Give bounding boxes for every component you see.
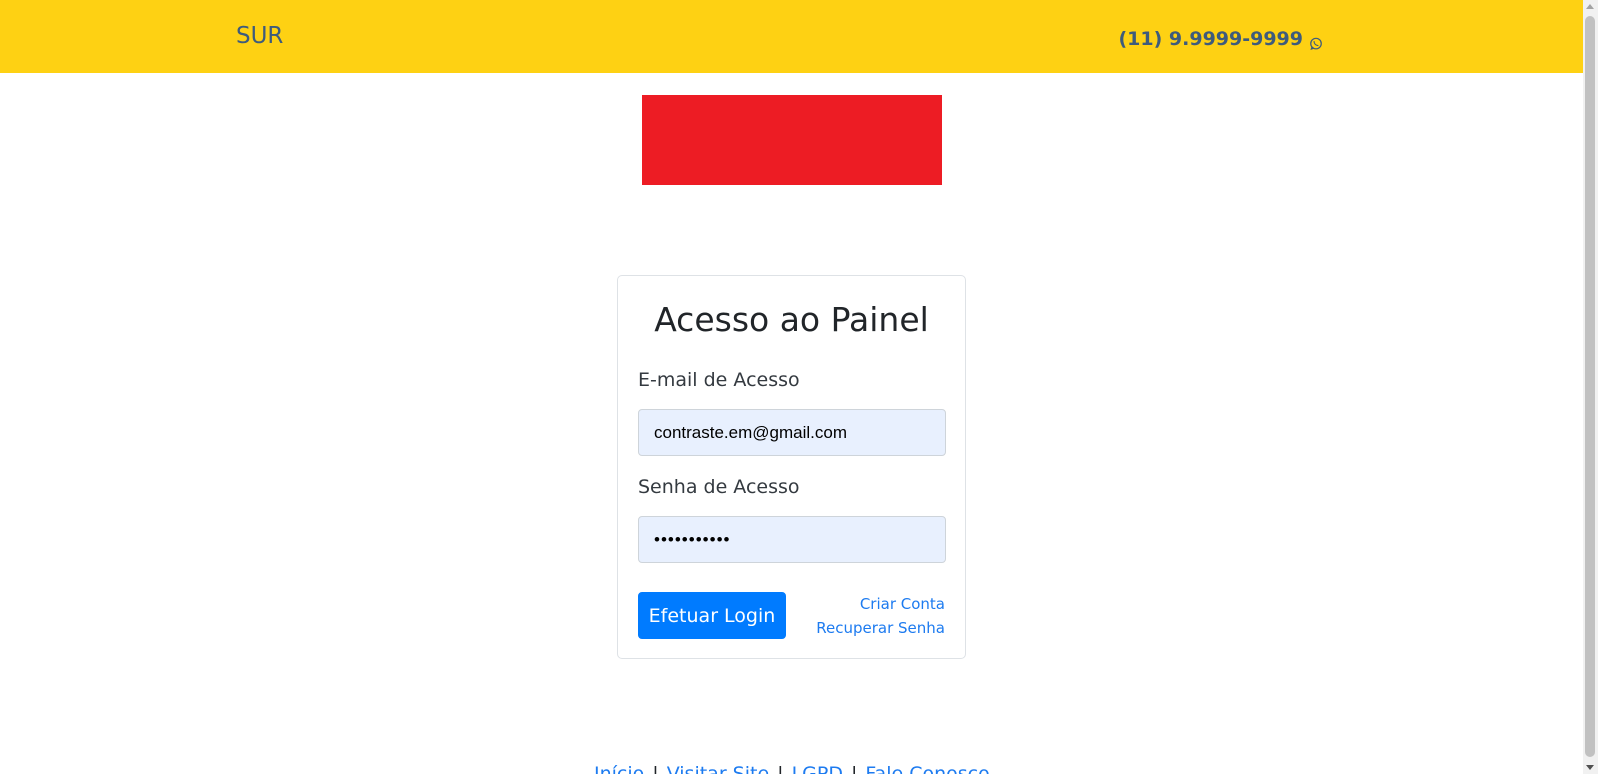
top-bar: SUR (11) 9.9999-9999 xyxy=(0,0,1583,73)
footer-separator: | xyxy=(777,763,784,774)
footer-nav: Início | Visitar Site | LGPD | Fale Conosco xyxy=(594,762,990,774)
login-button[interactable]: Efetuar Login xyxy=(638,592,786,639)
brand-link[interactable]: SUR xyxy=(236,21,283,51)
password-field[interactable] xyxy=(638,516,946,563)
footer-link-contact[interactable]: Fale Conosco xyxy=(865,763,989,774)
footer-separator: | xyxy=(850,763,858,774)
footer-link-lgpd[interactable]: LGPD xyxy=(792,763,843,774)
page-title: Acesso ao Painel xyxy=(654,300,929,339)
whatsapp-icon xyxy=(1309,32,1323,50)
scroll-up-icon[interactable] xyxy=(1586,4,1594,9)
phone-number: (11) 9.9999-9999 xyxy=(1118,28,1303,50)
scrollbar-thumb[interactable] xyxy=(1585,16,1595,757)
create-account-link[interactable]: Criar Conta xyxy=(860,594,945,614)
login-card: Acesso ao Painel E-mail de Acesso Senha … xyxy=(617,275,966,659)
phone-link[interactable]: (11) 9.9999-9999 xyxy=(1118,26,1323,52)
page: SUR (11) 9.9999-9999 Acesso ao Painel E-… xyxy=(0,0,1598,774)
footer-separator: | xyxy=(652,763,659,774)
scroll-down-icon[interactable] xyxy=(1586,765,1594,770)
logo-image xyxy=(642,95,942,185)
email-field[interactable] xyxy=(638,409,946,456)
email-label: E-mail de Acesso xyxy=(638,369,800,391)
password-label: Senha de Acesso xyxy=(638,476,800,498)
footer-link-visit-site[interactable]: Visitar Site xyxy=(667,763,769,774)
footer-link-home[interactable]: Início xyxy=(594,763,644,774)
recover-password-link[interactable]: Recuperar Senha xyxy=(816,618,945,638)
vertical-scrollbar[interactable] xyxy=(1583,0,1598,774)
